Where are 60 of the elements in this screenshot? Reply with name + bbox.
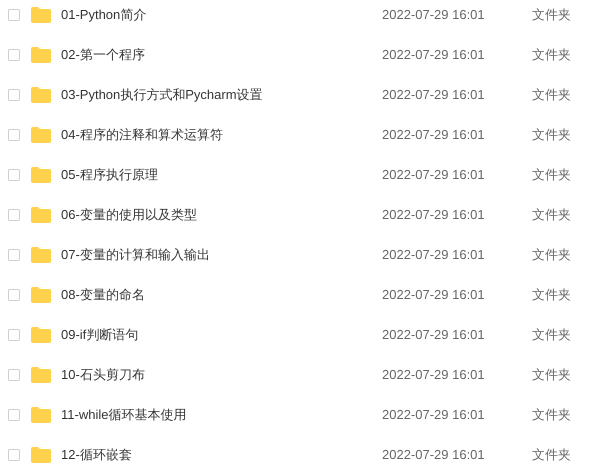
folder-icon [31, 447, 51, 463]
checkbox[interactable] [8, 329, 20, 341]
folder-icon [31, 7, 51, 23]
folder-icon [31, 127, 51, 143]
file-name[interactable]: 12-循环嵌套 [61, 447, 382, 463]
file-type: 文件夹 [532, 47, 571, 63]
checkbox[interactable] [8, 49, 20, 61]
file-name[interactable]: 04-程序的注释和算术运算符 [61, 127, 382, 143]
modified-date: 2022-07-29 16:01 [382, 127, 486, 143]
file-type: 文件夹 [532, 287, 571, 303]
checkbox[interactable] [8, 289, 20, 301]
file-type: 文件夹 [532, 447, 571, 463]
file-name[interactable]: 10-石头剪刀布 [61, 367, 382, 383]
checkbox[interactable] [8, 449, 20, 461]
modified-date: 2022-07-29 16:01 [382, 87, 486, 103]
folder-icon [31, 407, 51, 423]
modified-date: 2022-07-29 16:01 [382, 367, 486, 383]
checkbox[interactable] [8, 409, 20, 421]
checkbox[interactable] [8, 129, 20, 141]
modified-date: 2022-07-29 16:01 [382, 47, 486, 63]
file-type: 文件夹 [532, 167, 571, 183]
file-name[interactable]: 02-第一个程序 [61, 47, 382, 63]
file-type: 文件夹 [532, 327, 571, 343]
file-name[interactable]: 09-if判断语句 [61, 327, 382, 343]
file-type: 文件夹 [532, 247, 571, 263]
folder-icon [31, 327, 51, 343]
checkbox[interactable] [8, 209, 20, 221]
checkbox[interactable] [8, 249, 20, 261]
file-type: 文件夹 [532, 367, 571, 383]
file-name[interactable]: 06-变量的使用以及类型 [61, 207, 382, 223]
file-name[interactable]: 05-程序执行原理 [61, 167, 382, 183]
file-name[interactable]: 07-变量的计算和输入输出 [61, 247, 382, 263]
folder-icon [31, 207, 51, 223]
modified-date: 2022-07-29 16:01 [382, 207, 486, 223]
modified-date: 2022-07-29 16:01 [382, 247, 486, 263]
modified-date: 2022-07-29 16:01 [382, 287, 486, 303]
modified-date: 2022-07-29 16:01 [382, 327, 486, 343]
file-name[interactable]: 03-Python执行方式和Pycharm设置 [61, 87, 382, 103]
modified-date: 2022-07-29 16:01 [382, 407, 486, 423]
file-type: 文件夹 [532, 87, 571, 103]
folder-icon [31, 47, 51, 63]
file-type: 文件夹 [532, 7, 571, 23]
modified-date: 2022-07-29 16:01 [382, 447, 486, 463]
file-type: 文件夹 [532, 207, 571, 223]
folder-icon [31, 167, 51, 183]
folder-icon [31, 287, 51, 303]
checkbox[interactable] [8, 9, 20, 21]
file-type: 文件夹 [532, 407, 571, 423]
checkbox[interactable] [8, 369, 20, 381]
file-name[interactable]: 11-while循环基本使用 [61, 407, 382, 423]
checkbox[interactable] [8, 169, 20, 181]
file-name[interactable]: 01-Python简介 [61, 7, 382, 23]
folder-icon [31, 247, 51, 263]
file-type: 文件夹 [532, 127, 571, 143]
file-name[interactable]: 08-变量的命名 [61, 287, 382, 303]
folder-icon [31, 367, 51, 383]
modified-date: 2022-07-29 16:01 [382, 167, 486, 183]
checkbox[interactable] [8, 89, 20, 101]
modified-date: 2022-07-29 16:01 [382, 7, 486, 23]
folder-icon [31, 87, 51, 103]
